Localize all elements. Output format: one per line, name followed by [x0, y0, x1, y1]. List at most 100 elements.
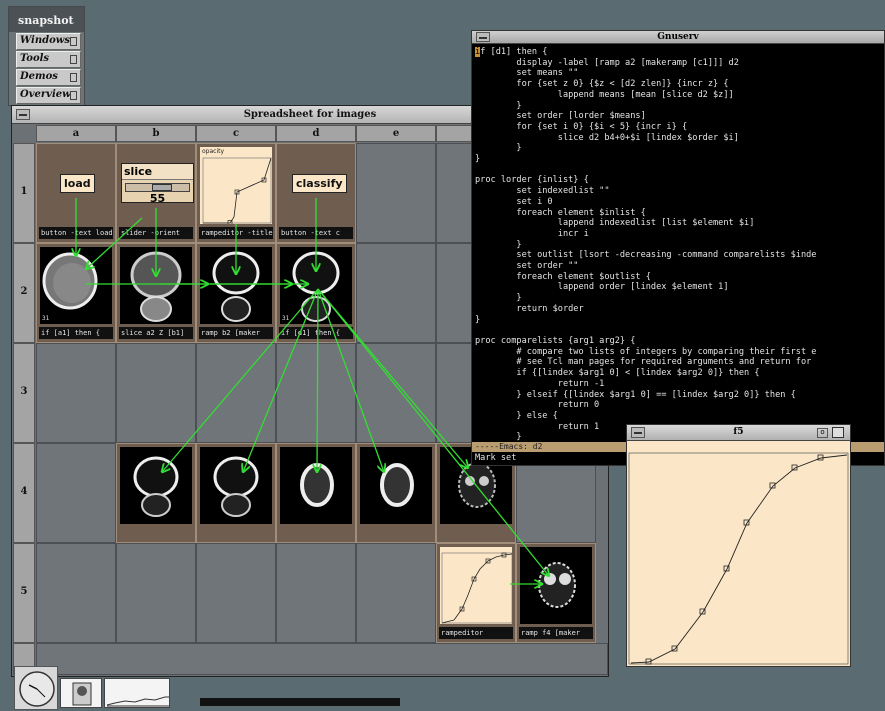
cell-a2[interactable]: 31 if [a1] then {: [36, 243, 116, 343]
cell-b2[interactable]: slice a2 Z [b1]: [116, 243, 196, 343]
ct-slice-graphic: [300, 463, 334, 507]
slider-title: slice: [122, 164, 193, 180]
cell-d4[interactable]: [276, 443, 356, 543]
skull-slice-image: 31: [40, 247, 112, 324]
window-menu-button[interactable]: [16, 109, 30, 120]
cell-d2[interactable]: 31 if [d1] then {: [276, 243, 356, 343]
column-header-b[interactable]: b: [116, 125, 196, 142]
submenu-icon: [70, 37, 77, 46]
iconify-button[interactable]: o: [817, 428, 828, 438]
f5-titlebar[interactable]: f5 o: [627, 425, 850, 441]
ramp-curve: [441, 552, 512, 624]
cell-row-6[interactable]: [36, 643, 608, 675]
cell-e2[interactable]: [356, 243, 436, 343]
ct-slice-graphic: [213, 456, 259, 517]
clock-face-icon: [19, 671, 55, 707]
ct-slice-graphic: [133, 456, 179, 517]
column-header-c[interactable]: c: [196, 125, 276, 142]
snapshot-menu: snapshot Windows Tools Demos Overview: [8, 6, 85, 106]
ct-slice-graphic: [212, 251, 260, 322]
row-header-3[interactable]: 3: [13, 343, 35, 443]
image-thumbnail-icon[interactable]: [60, 678, 102, 708]
clock-icon[interactable]: [14, 666, 58, 710]
cell-b3[interactable]: [116, 343, 196, 443]
slider-trough[interactable]: [125, 183, 190, 192]
skull-slice-image: [280, 447, 352, 524]
row-header-1[interactable]: 1: [13, 143, 35, 243]
column-header-d[interactable]: d: [276, 125, 356, 142]
graph-thumbnail-icon[interactable]: [104, 678, 170, 708]
cell-label: ramp f4 [maker: [519, 627, 593, 639]
cell-e3[interactable]: [356, 343, 436, 443]
ramp-editor-graph[interactable]: [440, 547, 512, 624]
column-header-e[interactable]: e: [356, 125, 436, 142]
row-header-2[interactable]: 2: [13, 243, 35, 343]
snapshot-title[interactable]: snapshot: [9, 7, 84, 32]
cell-f5[interactable]: ramp f4 [maker: [516, 543, 596, 643]
cell-label: rampeditor: [439, 627, 513, 639]
cell-label: button -text load: [39, 227, 113, 239]
ramp-editor-graph[interactable]: [627, 441, 850, 666]
cell-e4[interactable]: [356, 443, 436, 543]
cell-label: rampeditor -title: [199, 227, 273, 239]
gnuserv-titlebar[interactable]: Gnuserv: [472, 31, 884, 44]
cell-e5[interactable]: rampeditor: [436, 543, 516, 643]
cell-a3[interactable]: [36, 343, 116, 443]
row-header-4[interactable]: 4: [13, 443, 35, 543]
cell-b1[interactable]: slice 55 slider -orient: [116, 143, 196, 243]
gnuserv-title: Gnuserv: [657, 32, 699, 42]
menu-item-overview[interactable]: Overview: [16, 87, 81, 104]
taskbar-strip: [200, 698, 400, 706]
maximize-button[interactable]: [832, 427, 844, 438]
code-text: f [d1] then { display -label [ramp a2 [m…: [475, 47, 817, 441]
slider-thumb[interactable]: [152, 184, 172, 191]
cell-d1[interactable]: classify button -text c: [276, 143, 356, 243]
skull-slice-image: [520, 547, 592, 624]
skull-slice-image: [120, 247, 192, 324]
menu-item-demos[interactable]: Demos: [16, 69, 81, 86]
cell-e5-empty[interactable]: [356, 543, 436, 643]
cell-d3[interactable]: [276, 343, 356, 443]
load-button[interactable]: load: [60, 174, 95, 193]
slice-number: 31: [282, 315, 290, 322]
cell-label: if [a1] then {: [39, 327, 113, 339]
column-header-a[interactable]: a: [36, 125, 116, 142]
cell-a1[interactable]: load button -text load: [36, 143, 116, 243]
ramp-title: opacity: [202, 148, 225, 155]
ct-slice-graphic: [42, 252, 98, 310]
cell-c2[interactable]: ramp b2 [maker: [196, 243, 276, 343]
code-editor[interactable]: if [d1] then { display -label [ramp a2 […: [472, 44, 884, 441]
cell-label: button -text c: [279, 227, 353, 239]
skull-slice-image: [200, 247, 272, 324]
cell-label: ramp b2 [maker: [199, 327, 273, 339]
slice-number: 31: [42, 315, 50, 322]
cell-c3[interactable]: [196, 343, 276, 443]
ct-slice-graphic: [538, 562, 576, 608]
ct-slice-graphic: [130, 251, 182, 322]
cell-e1[interactable]: [356, 143, 436, 243]
classify-button[interactable]: classify: [292, 174, 347, 193]
window-menu-button[interactable]: [631, 427, 645, 438]
menu-item-tools[interactable]: Tools: [16, 51, 81, 68]
submenu-icon: [70, 91, 77, 100]
slice-slider[interactable]: slice 55: [121, 163, 194, 205]
cell-b4[interactable]: [116, 443, 196, 543]
f5-ramp-window: f5 o: [626, 424, 851, 667]
skull-slice-image: [200, 447, 272, 524]
menu-item-windows[interactable]: Windows: [16, 33, 81, 50]
cell-a5[interactable]: [36, 543, 116, 643]
cell-label: if [d1] then {: [279, 327, 353, 339]
cell-a4[interactable]: [36, 443, 116, 543]
cell-c5[interactable]: [196, 543, 276, 643]
window-menu-button[interactable]: [476, 32, 490, 42]
submenu-icon: [70, 73, 77, 82]
ct-slice-graphic: [380, 463, 414, 507]
cell-label: slice a2 Z [b1]: [119, 327, 193, 339]
opacity-ramp-editor[interactable]: opacity: [200, 147, 272, 224]
cell-c4[interactable]: [196, 443, 276, 543]
row-header-5[interactable]: 5: [13, 543, 35, 643]
cell-b5[interactable]: [116, 543, 196, 643]
cell-d5[interactable]: [276, 543, 356, 643]
gnuserv-window: Gnuserv if [d1] then { display -label [r…: [471, 30, 885, 466]
cell-c1[interactable]: opacity rampeditor -title: [196, 143, 276, 243]
